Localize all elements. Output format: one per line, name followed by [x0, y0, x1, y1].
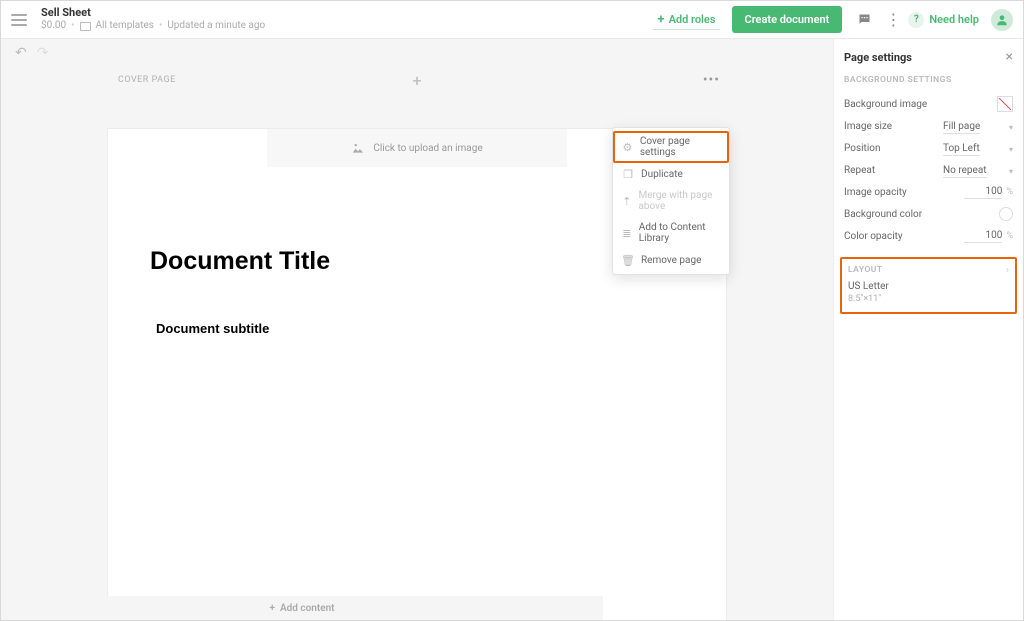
page-more-icon[interactable]: •••: [703, 72, 720, 88]
image-icon: [351, 142, 365, 154]
color-opacity-input[interactable]: [964, 229, 1002, 243]
canvas-area: ↶ ↷ COVER PAGE + ••• Click to upload an …: [1, 39, 833, 620]
document-title[interactable]: Sell Sheet: [41, 7, 265, 20]
tab-cover-page[interactable]: COVER PAGE: [118, 75, 176, 85]
undo-icon[interactable]: ↶: [15, 45, 27, 61]
menu-icon[interactable]: [11, 14, 27, 26]
gear-icon: ⚙: [622, 141, 633, 153]
repeat-select[interactable]: No repeat: [943, 164, 987, 178]
create-document-button[interactable]: Create document: [732, 6, 843, 33]
menu-cover-page-settings[interactable]: ⚙ Cover page settings: [613, 131, 729, 163]
folder-icon: [80, 22, 91, 31]
kebab-menu-icon[interactable]: ⋮: [886, 8, 900, 32]
image-size-select[interactable]: Fill page: [943, 120, 980, 134]
bg-image-swatch[interactable]: [997, 96, 1013, 112]
help-button[interactable]: ? Need help: [908, 12, 979, 28]
upload-image-box[interactable]: Click to upload an image: [267, 129, 567, 167]
plus-icon: +: [269, 603, 275, 614]
bg-image-label: Background image: [844, 99, 927, 110]
position-label: Position: [844, 143, 880, 154]
close-icon[interactable]: ×: [1006, 49, 1013, 65]
add-roles-button[interactable]: + Add roles: [653, 9, 719, 30]
document-meta: Sell Sheet $0.00 • All templates • Updat…: [41, 7, 265, 31]
image-opacity-label: Image opacity: [844, 187, 907, 198]
percent-label: %: [1006, 187, 1013, 197]
redo-icon[interactable]: ↷: [37, 45, 49, 61]
position-select[interactable]: Top Left: [943, 142, 980, 156]
add-page-icon[interactable]: +: [412, 71, 421, 90]
merge-icon: ⇡: [622, 195, 631, 207]
layout-section[interactable]: LAYOUT US Letter 8.5"×11" ›: [840, 257, 1017, 314]
color-opacity-label: Color opacity: [844, 231, 903, 242]
add-content-button[interactable]: + Add content: [1, 596, 603, 620]
layout-name: US Letter: [848, 281, 1009, 292]
page-settings-sidebar: Page settings × BACKGROUND SETTINGS Back…: [833, 39, 1023, 620]
breadcrumb[interactable]: All templates: [96, 20, 154, 32]
page-context-menu: ⚙ Cover page settings ❐ Duplicate ⇡ Merg…: [612, 127, 730, 275]
page-tabs: COVER PAGE + •••: [108, 67, 726, 93]
document-subtitle[interactable]: Document subtitle: [156, 321, 726, 336]
trash-icon: 🗑: [622, 254, 634, 266]
bg-color-swatch[interactable]: [999, 207, 1013, 221]
image-opacity-input[interactable]: [964, 185, 1002, 199]
menu-add-to-library[interactable]: ≣ Add to Content Library: [613, 217, 729, 249]
repeat-label: Repeat: [844, 165, 875, 176]
chevron-right-icon: ›: [1006, 265, 1009, 276]
question-icon: ?: [908, 12, 924, 28]
layout-dimensions: 8.5"×11": [848, 294, 1009, 304]
copy-icon: ❐: [622, 168, 634, 180]
avatar[interactable]: [991, 9, 1013, 31]
bg-color-label: Background color: [844, 209, 922, 220]
menu-remove-page[interactable]: 🗑 Remove page: [613, 249, 729, 271]
updated-label: Updated a minute ago: [167, 20, 265, 32]
document-price: $0.00: [41, 20, 66, 32]
chat-icon[interactable]: [852, 8, 876, 32]
library-icon: ≣: [622, 227, 632, 239]
menu-duplicate[interactable]: ❐ Duplicate: [613, 163, 729, 185]
image-size-label: Image size: [844, 121, 892, 132]
sidebar-title: Page settings: [844, 51, 912, 64]
topbar: Sell Sheet $0.00 • All templates • Updat…: [1, 1, 1023, 39]
layout-section-label: LAYOUT: [848, 265, 1009, 275]
bg-section-label: BACKGROUND SETTINGS: [844, 75, 1013, 85]
menu-merge-above: ⇡ Merge with page above: [613, 185, 729, 217]
percent-label: %: [1006, 231, 1013, 241]
